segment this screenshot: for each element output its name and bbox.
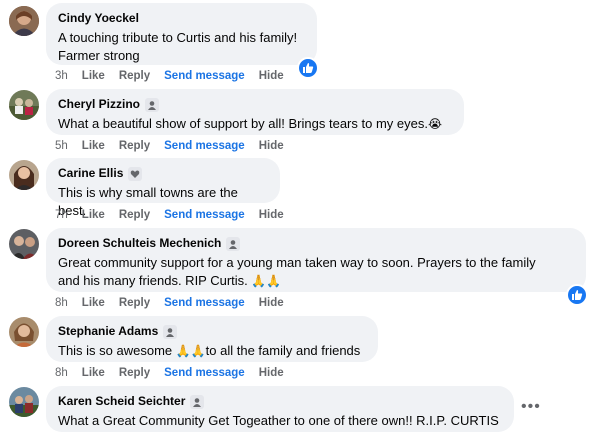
timestamp[interactable]: 3h [55, 70, 68, 82]
comment-bubble: Cindy Yoeckel A touching tribute to Curt… [46, 3, 317, 65]
commenter-name[interactable]: Doreen Schulteis Mechenich [58, 236, 574, 251]
avatar[interactable] [9, 229, 39, 259]
hide-button[interactable]: Hide [259, 209, 284, 221]
comment-text: A touching tribute to Curtis and his fam… [58, 30, 298, 63]
send-message-button[interactable]: Send message [164, 209, 245, 221]
commenter-name[interactable]: Cheryl Pizzino [58, 97, 452, 112]
praying-hands-emoji-icon: 🙏🙏 [175, 344, 206, 358]
comment-bubble: Stephanie Adams This is so awesome 🙏🙏to … [46, 316, 378, 362]
profile-badge-icon [226, 236, 241, 251]
comment-actions: 3h Like Reply Send message Hide [55, 70, 284, 82]
comment-bubble: Cheryl Pizzino What a beautiful show of … [46, 89, 464, 135]
comment-bubble: Doreen Schulteis Mechenich Great communi… [46, 228, 586, 292]
comment-actions: 5h Like Reply Send message Hide [55, 140, 284, 152]
profile-badge-icon [190, 394, 205, 409]
send-message-button[interactable]: Send message [164, 140, 245, 152]
send-message-button[interactable]: Send message [164, 367, 245, 379]
avatar[interactable] [9, 6, 39, 36]
like-button[interactable]: Like [82, 70, 105, 82]
profile-badge-icon [163, 324, 178, 339]
comment-text: Great community support for a young man … [58, 255, 536, 288]
comment-text: What a beautiful show of support by all!… [58, 116, 442, 131]
timestamp[interactable]: 8h [55, 367, 68, 379]
reply-button[interactable]: Reply [119, 209, 150, 221]
like-button[interactable]: Like [82, 140, 105, 152]
reply-button[interactable]: Reply [119, 70, 150, 82]
avatar[interactable] [9, 387, 39, 417]
timestamp[interactable]: 5h [55, 140, 68, 152]
hide-button[interactable]: Hide [259, 140, 284, 152]
avatar[interactable] [9, 160, 39, 190]
send-message-button[interactable]: Send message [164, 70, 245, 82]
like-button[interactable]: Like [82, 297, 105, 309]
heart-badge-icon [128, 166, 143, 181]
timestamp[interactable]: 7h [55, 209, 68, 221]
comment-bubble: Karen Scheid Seichter What a Great Commu… [46, 386, 514, 432]
hide-button[interactable]: Hide [259, 367, 284, 379]
commenter-name[interactable]: Stephanie Adams [58, 324, 366, 339]
send-message-button[interactable]: Send message [164, 297, 245, 309]
like-button[interactable]: Like [82, 367, 105, 379]
reply-button[interactable]: Reply [119, 297, 150, 309]
crying-emoji-icon: 😭 [427, 117, 442, 131]
commenter-name[interactable]: Carine Ellis [58, 166, 268, 181]
like-reaction-icon[interactable] [566, 284, 588, 306]
avatar[interactable] [9, 90, 39, 120]
like-button[interactable]: Like [82, 209, 105, 221]
timestamp[interactable]: 8h [55, 297, 68, 309]
comment-bubble: Carine Ellis This is why small towns are… [46, 158, 280, 218]
like-reaction-icon[interactable] [297, 57, 319, 79]
comment-text: This is so awesome 🙏🙏to all the family a… [58, 343, 361, 358]
praying-hands-emoji-icon: 🙏🙏 [251, 274, 282, 288]
commenter-name[interactable]: Cindy Yoeckel [58, 11, 305, 26]
commenter-name[interactable]: Karen Scheid Seichter [58, 394, 502, 409]
comment-actions: 7h Like Reply Send message Hide [55, 209, 284, 221]
more-options-icon[interactable]: ••• [521, 398, 541, 416]
hide-button[interactable]: Hide [259, 297, 284, 309]
avatar[interactable] [9, 317, 39, 347]
reply-button[interactable]: Reply [119, 367, 150, 379]
reply-button[interactable]: Reply [119, 140, 150, 152]
comment-actions: 8h Like Reply Send message Hide [55, 297, 284, 309]
hide-button[interactable]: Hide [259, 70, 284, 82]
profile-badge-icon [145, 97, 160, 112]
comment-actions: 8h Like Reply Send message Hide [55, 367, 284, 379]
comment-text: What a Great Community Get Togeather to … [58, 413, 499, 428]
